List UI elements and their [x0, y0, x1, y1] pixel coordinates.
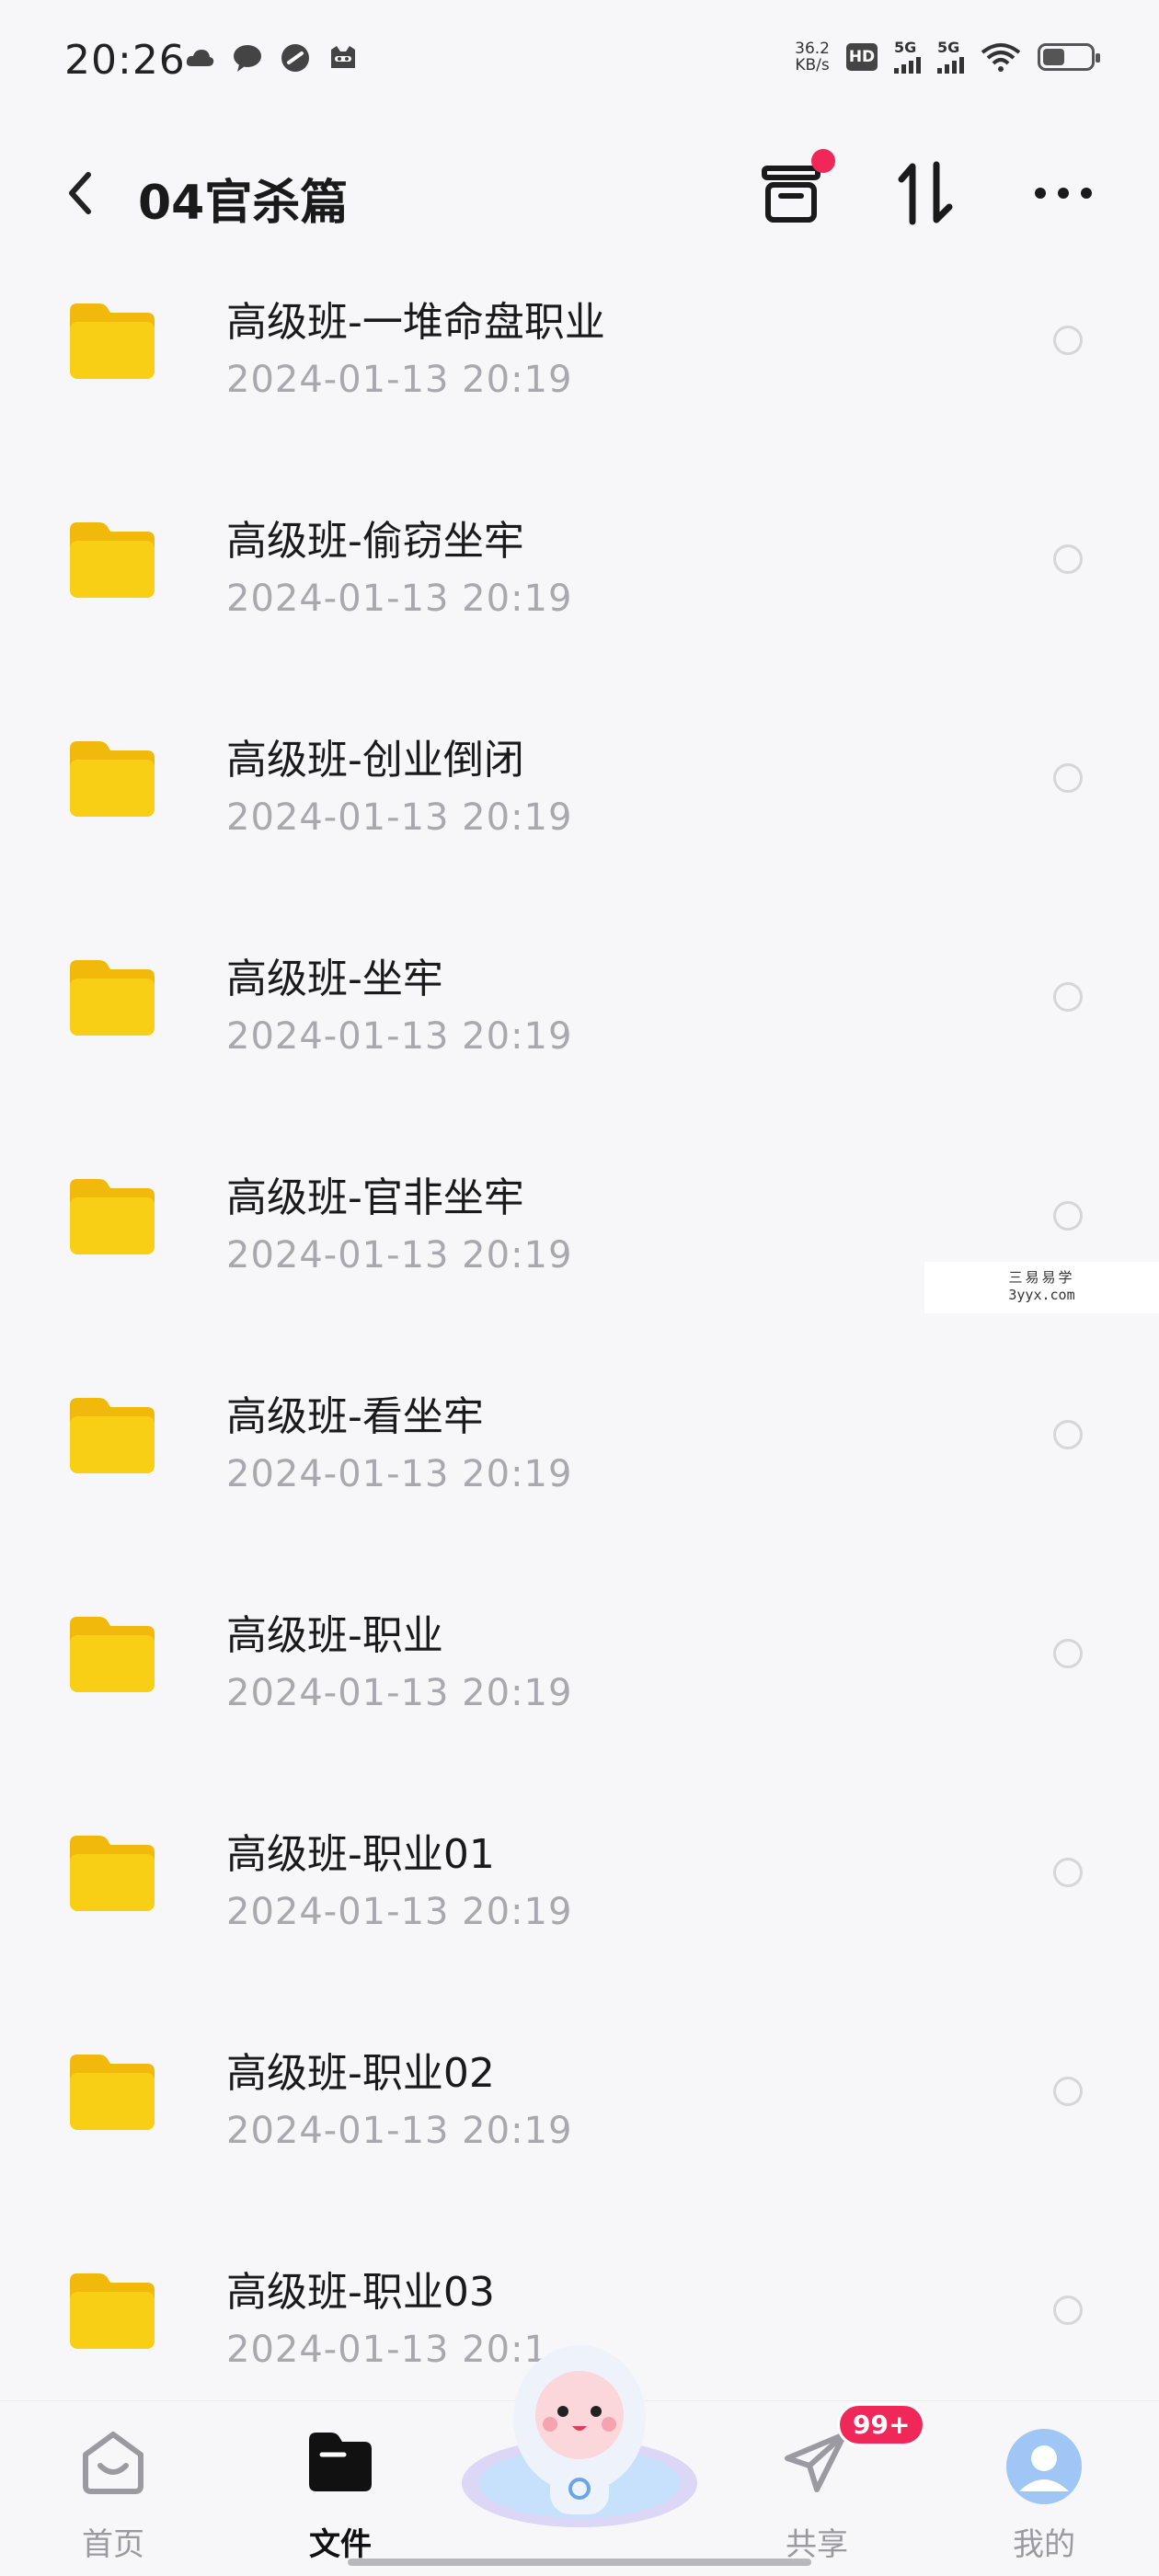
back-chevron-icon	[69, 172, 91, 214]
file-date: 2024-01-13 20:19	[226, 1015, 573, 1058]
folder-icon	[70, 1617, 155, 1692]
battery-icon	[1038, 43, 1100, 71]
top-app-bar: 04官杀篇	[0, 138, 1159, 248]
file-row[interactable]: 高级班-一堆命盘职业 2024-01-13 20:19	[0, 267, 1159, 486]
file-date: 2024-01-13 20:19	[226, 1891, 573, 1933]
signal-icon-sim2: 5G	[937, 40, 964, 74]
sort-arrows-icon	[898, 161, 953, 225]
link-icon	[281, 44, 309, 72]
cat-face-icon	[331, 46, 355, 68]
sim2-label: 5G	[937, 39, 960, 56]
file-name: 高级班-坐牢	[226, 956, 443, 1002]
select-checkbox[interactable]	[1053, 1858, 1083, 1887]
watermark-line1: 三易易学	[1008, 1269, 1075, 1286]
folder-icon	[70, 960, 155, 1036]
file-name: 高级班-官非坐牢	[226, 1174, 524, 1221]
cloud-icon	[186, 50, 214, 66]
folder-icon	[70, 741, 155, 817]
folder-icon	[70, 2273, 155, 2349]
page-title: 04官杀篇	[138, 176, 349, 231]
nav-mine[interactable]: 我的	[970, 2410, 1118, 2567]
select-checkbox[interactable]	[1053, 1639, 1083, 1668]
select-checkbox[interactable]	[1053, 2296, 1083, 2325]
chat-bubble-icon	[234, 45, 261, 72]
file-row[interactable]: 高级班-职业 2024-01-13 20:19	[0, 1580, 1159, 1799]
more-options-button[interactable]	[1028, 158, 1098, 228]
net-speed-unit: KB/s	[795, 56, 830, 74]
file-row[interactable]: 高级班-偷窃坐牢 2024-01-13 20:19	[0, 486, 1159, 704]
file-name: 高级班-偷窃坐牢	[226, 518, 524, 565]
file-name: 高级班-看坐牢	[226, 1393, 484, 1440]
home-indicator	[348, 2559, 811, 2566]
avatar-icon	[1006, 2429, 1082, 2504]
nav-home-label: 首页	[82, 2526, 144, 2563]
back-button[interactable]	[53, 166, 109, 221]
status-bar: 20:26 36.2 KB/s HD 5G 5G	[0, 0, 1159, 120]
file-row[interactable]: 高级班-职业01 2024-01-13 20:19	[0, 1799, 1159, 2018]
file-date: 2024-01-13 20:19	[226, 796, 573, 839]
nav-mine-label: 我的	[1013, 2526, 1075, 2563]
file-row[interactable]: 高级班-官非坐牢 2024-01-13 20:19	[0, 1142, 1159, 1361]
file-name: 高级班-创业倒闭	[226, 737, 524, 784]
select-checkbox[interactable]	[1053, 544, 1083, 574]
files-folder-icon	[309, 2433, 372, 2491]
watermark-line2: 3yyx.com	[1008, 1287, 1075, 1303]
nav-files[interactable]: 文件	[267, 2410, 414, 2567]
status-left-icons	[184, 42, 359, 74]
file-row[interactable]: 高级班-看坐牢 2024-01-13 20:19	[0, 1361, 1159, 1580]
file-row[interactable]: 高级班-坐牢 2024-01-13 20:19	[0, 923, 1159, 1142]
select-checkbox[interactable]	[1053, 763, 1083, 793]
folder-icon	[70, 1398, 155, 1473]
status-right-icons: 36.2 KB/s HD 5G 5G	[795, 40, 1100, 74]
file-date: 2024-01-13 20:19	[226, 1234, 573, 1277]
select-checkbox[interactable]	[1053, 326, 1083, 355]
file-name: 高级班-职业01	[226, 1831, 495, 1878]
nav-files-label: 文件	[309, 2526, 372, 2563]
file-name: 高级班-一堆命盘职业	[226, 299, 605, 346]
nav-share-label: 共享	[786, 2526, 848, 2563]
sort-button[interactable]	[890, 158, 960, 228]
file-row[interactable]: 高级班-职业02 2024-01-13 20:19	[0, 2018, 1159, 2237]
nav-share[interactable]: 共享 99+	[743, 2403, 926, 2567]
folder-icon	[70, 303, 155, 379]
folder-icon	[70, 522, 155, 598]
mascot-assistant-button[interactable]	[458, 2327, 701, 2529]
signal-icon-sim1: 5G	[894, 40, 921, 74]
folder-icon	[70, 1836, 155, 1911]
network-speed: 36.2 KB/s	[795, 40, 830, 74]
file-date: 2024-01-13 20:19	[226, 578, 573, 620]
watermark: 三易易学 3yyx.com	[924, 1262, 1159, 1313]
file-row[interactable]: 高级班-创业倒闭 2024-01-13 20:19	[0, 704, 1159, 923]
wifi-icon	[981, 43, 1021, 72]
net-speed-value: 36.2	[795, 40, 830, 58]
select-checkbox[interactable]	[1053, 1420, 1083, 1449]
nav-home[interactable]: 首页	[40, 2410, 187, 2567]
status-time: 20:26	[64, 37, 186, 84]
file-list: 高级班-一堆命盘职业 2024-01-13 20:19 高级班-偷窃坐牢 202…	[0, 267, 1159, 2391]
folder-icon	[70, 2055, 155, 2130]
file-date: 2024-01-13 20:19	[226, 1453, 573, 1495]
file-name: 高级班-职业	[226, 1612, 443, 1659]
file-date: 2024-01-13 20:19	[226, 1672, 573, 1714]
file-name: 高级班-职业03	[226, 2269, 495, 2316]
notification-dot	[811, 149, 835, 173]
archive-button[interactable]	[756, 149, 835, 228]
select-checkbox[interactable]	[1053, 1201, 1083, 1231]
file-date: 2024-01-13 20:19	[226, 2110, 573, 2152]
file-name: 高级班-职业02	[226, 2050, 495, 2097]
select-checkbox[interactable]	[1053, 982, 1083, 1012]
home-icon	[83, 2432, 143, 2494]
hd-voice-icon: HD	[846, 43, 878, 71]
mascot-icon	[462, 2345, 697, 2527]
sim1-label: 5G	[894, 39, 917, 56]
select-checkbox[interactable]	[1053, 2077, 1083, 2106]
folder-icon	[70, 1179, 155, 1254]
file-date: 2024-01-13 20:19	[226, 359, 573, 401]
archive-box-icon	[762, 166, 820, 223]
more-dots-icon	[1035, 188, 1092, 199]
share-count-badge: 99+	[837, 2403, 926, 2446]
